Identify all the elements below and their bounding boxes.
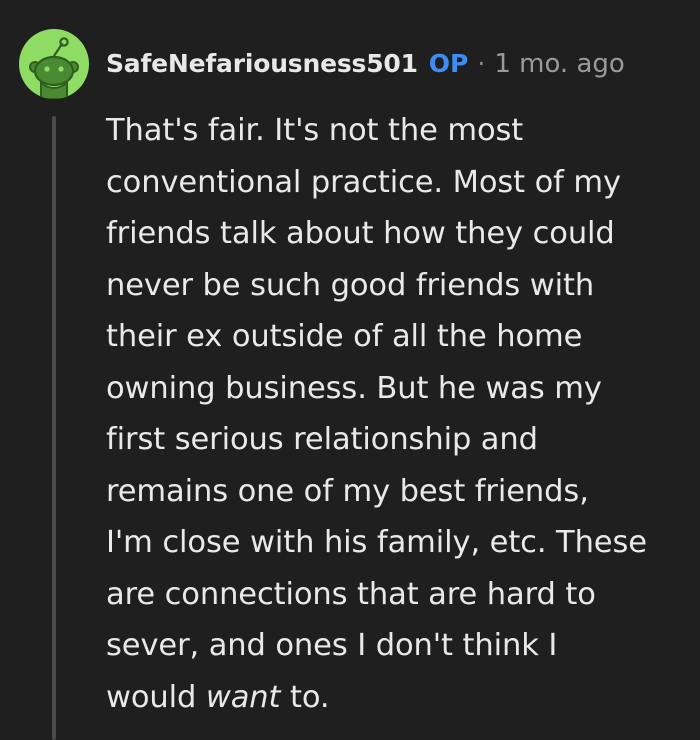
body-line: their ex outside of all the home: [106, 319, 583, 354]
op-badge: OP: [428, 49, 469, 78]
body-line: never be such good friends with: [106, 267, 595, 303]
comment-header: SafeNefariousness501 OP · 1 mo. ago: [19, 26, 625, 102]
reddit-snoo-avatar-icon: [29, 37, 79, 99]
username-link[interactable]: SafeNefariousness501: [106, 51, 418, 76]
comment: SafeNefariousness501 OP · 1 mo. ago That…: [0, 0, 700, 740]
body-line: sever, and ones I don't think I: [106, 628, 558, 663]
body-line: owning business. But he was my: [106, 370, 602, 406]
body-line: first serious relationship and: [106, 422, 538, 457]
body-line: friends talk about how they could: [106, 216, 615, 251]
body-line: That's fair. It's not the most: [106, 113, 524, 148]
body-line-last: would want to.: [106, 672, 686, 724]
body-line: conventional practice. Most of my: [106, 164, 621, 200]
emphasis-text: want: [205, 679, 281, 715]
meta-separator: ·: [477, 49, 486, 78]
last-line-end: to.: [280, 679, 330, 715]
comment-paragraph: That's fair. It's not the most conventio…: [106, 105, 686, 723]
timestamp[interactable]: 1 mo. ago: [494, 51, 624, 77]
avatar[interactable]: [19, 29, 89, 99]
body-line: I'm close with his family, etc. These: [106, 525, 647, 560]
last-line-start: would: [106, 679, 206, 715]
comment-body: That's fair. It's not the most conventio…: [106, 105, 686, 723]
comment-meta: SafeNefariousness501 OP · 1 mo. ago: [106, 51, 625, 77]
thread-collapse-line[interactable]: [52, 116, 56, 740]
body-line: remains one of my best friends,: [106, 473, 589, 509]
body-line: are connections that are hard to: [106, 576, 596, 612]
